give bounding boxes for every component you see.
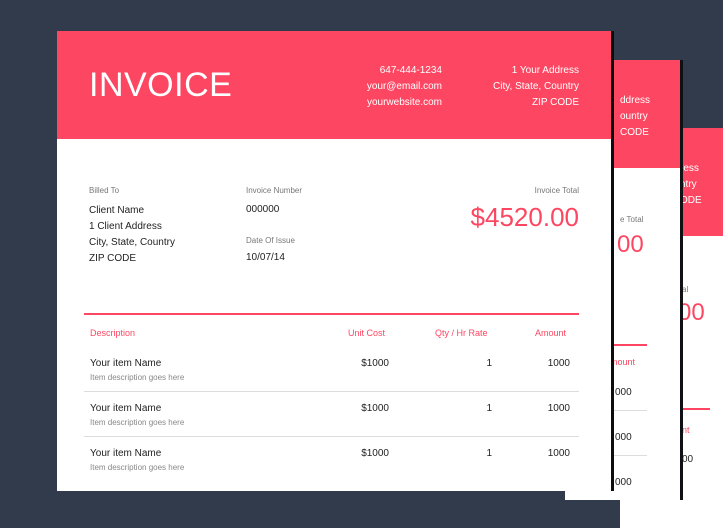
country-fragment: ountry bbox=[620, 111, 648, 122]
phone: 647-444-1234 bbox=[379, 65, 442, 76]
date-label: Date Of Issue bbox=[246, 236, 295, 245]
country-fragment: ntry bbox=[680, 179, 697, 190]
row-value-fragment: 00 bbox=[682, 454, 694, 465]
col-qty: Qty / Hr Rate bbox=[435, 328, 488, 338]
issue-date: 10/07/14 bbox=[246, 252, 285, 263]
item-amount: 1000 bbox=[547, 448, 570, 459]
item-unit-cost: $1000 bbox=[361, 358, 389, 369]
total-label-fragment: al bbox=[682, 285, 689, 294]
row-value-fragment: 000 bbox=[615, 432, 632, 443]
item-name: Your item Name bbox=[90, 448, 162, 459]
col-unit-cost: Unit Cost bbox=[348, 328, 386, 338]
item-qty: 1 bbox=[486, 358, 492, 369]
invoice-number: 000000 bbox=[246, 204, 280, 215]
table-top-line bbox=[84, 313, 579, 315]
col-description: Description bbox=[90, 328, 136, 338]
row-value-fragment: 000 bbox=[615, 387, 632, 398]
invoice-total-label: Invoice Total bbox=[534, 186, 579, 195]
invoice-header: INVOICE 647-444-1234 your@email.com your… bbox=[57, 31, 611, 139]
item-name: Your item Name bbox=[90, 403, 162, 414]
address-line-3: ZIP CODE bbox=[531, 97, 579, 108]
item-amount: 1000 bbox=[547, 358, 570, 369]
email: your@email.com bbox=[366, 81, 442, 92]
client-name: Client Name bbox=[89, 205, 145, 216]
item-qty: 1 bbox=[486, 448, 492, 459]
item-description: Item description goes here bbox=[90, 418, 185, 427]
client-zip: ZIP CODE bbox=[89, 253, 137, 264]
table-row: Your item Name Item description goes her… bbox=[84, 437, 579, 482]
contact-info: 647-444-1234 your@email.com yourwebsite.… bbox=[367, 63, 442, 111]
address-fragment: ress bbox=[680, 163, 699, 174]
address-fragment: ddress bbox=[620, 95, 651, 106]
client-address: 1 Client Address bbox=[89, 221, 162, 232]
billed-to-label: Billed To bbox=[89, 186, 120, 195]
item-description: Item description goes here bbox=[90, 373, 185, 382]
invoice-total: $4520.00 bbox=[470, 202, 579, 232]
total-label-fragment: e Total bbox=[620, 215, 644, 224]
billed-to: Client Name 1 Client Address City, State… bbox=[89, 203, 175, 267]
invoice-title: INVOICE bbox=[89, 66, 233, 104]
col-amount: Amount bbox=[535, 328, 567, 338]
sender-address: 1 Your Address City, State, Country ZIP … bbox=[493, 63, 579, 111]
total-fragment: 00 bbox=[617, 231, 644, 258]
row-value-fragment: 000 bbox=[615, 477, 632, 488]
item-unit-cost: $1000 bbox=[361, 403, 389, 414]
table-row: Your item Name Item description goes her… bbox=[84, 392, 579, 437]
item-unit-cost: $1000 bbox=[361, 448, 389, 459]
address-line-1: 1 Your Address bbox=[511, 65, 579, 76]
item-name: Your item Name bbox=[90, 358, 162, 369]
invoice-number-label: Invoice Number bbox=[246, 186, 303, 195]
item-amount: 1000 bbox=[547, 403, 570, 414]
address-line-2: City, State, Country bbox=[493, 81, 579, 92]
zip-fragment: ODE bbox=[680, 195, 702, 206]
amount-fragment: mount bbox=[610, 357, 636, 367]
item-qty: 1 bbox=[486, 403, 492, 414]
table-row: Your item Name Item description goes her… bbox=[84, 347, 579, 392]
client-city: City, State, Country bbox=[89, 237, 175, 248]
total-fragment: 00 bbox=[678, 299, 705, 326]
website: yourwebsite.com bbox=[366, 97, 442, 108]
zip-fragment: CODE bbox=[620, 127, 649, 138]
item-description: Item description goes here bbox=[90, 463, 185, 472]
invoice-page: INVOICE 647-444-1234 your@email.com your… bbox=[57, 31, 611, 491]
